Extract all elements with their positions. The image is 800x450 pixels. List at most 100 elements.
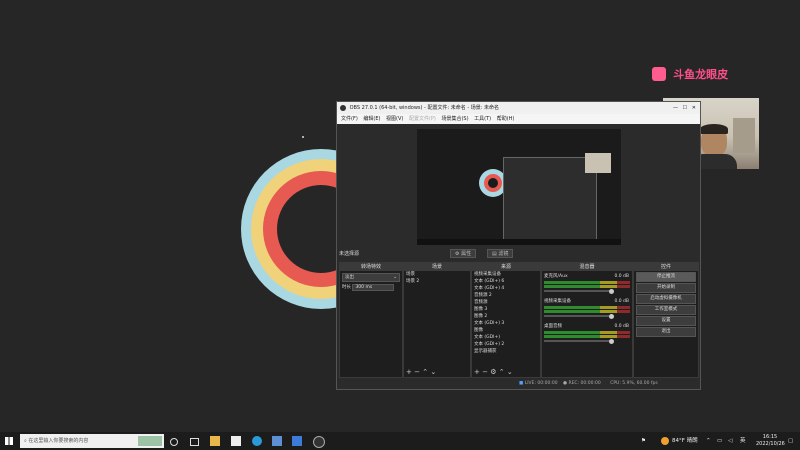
volume-meter (544, 310, 630, 313)
obs-icon (340, 104, 346, 111)
volume-slider[interactable] (544, 288, 614, 294)
channel-db: 0.0 dB (614, 299, 629, 304)
weather-icon (661, 437, 669, 445)
clock[interactable]: 16:15 2022/10/26 (756, 434, 785, 448)
nested-cam (585, 153, 611, 173)
source-item[interactable]: 图像 (472, 327, 540, 334)
chevron-up-icon[interactable]: ⌃ (706, 432, 711, 450)
source-item[interactable]: 文本 (GDI+) 4 (472, 285, 540, 292)
remove-icon[interactable]: − (482, 368, 488, 376)
source-item[interactable]: 文本 (GDI+) 6 (472, 278, 540, 285)
start-recording-button[interactable]: 开始录制 (636, 283, 696, 293)
obs-window[interactable]: OBS 27.0.1 (64-bit, windows) - 配置文件: 未命名… (336, 101, 701, 390)
store-icon[interactable] (231, 436, 241, 446)
menu-view[interactable]: 视图(V) (386, 116, 403, 122)
people-icon[interactable]: ⚑ (641, 432, 646, 450)
live-indicator-icon: ■ (519, 381, 524, 386)
status-bar: ■ LIVE: 00:00:00 ● REC: 00:00:00 CPU: 5.… (337, 378, 700, 389)
menu-help[interactable]: 帮助(H) (497, 116, 515, 122)
source-item[interactable]: 文本 (GDI+) (472, 334, 540, 341)
down-icon[interactable]: ⌄ (430, 368, 436, 376)
taskbar-search[interactable]: ⌕ 在这里输入你要搜索的内容 (20, 434, 164, 448)
source-item[interactable]: 音频源 2 (472, 292, 540, 299)
mixer-channel: 麦克风/Aux 0.0 dB (542, 273, 632, 294)
volume-slider[interactable] (544, 313, 614, 319)
transition-select[interactable]: 淡出 ⌄ (342, 273, 400, 282)
source-item[interactable]: 文本 (GDI+) 2 (472, 341, 540, 348)
cortana-icon[interactable] (170, 438, 178, 446)
menu-scene-collection[interactable]: 场景集合(S) (441, 116, 468, 122)
shelf (733, 118, 755, 153)
volume-meter (544, 281, 630, 284)
no-source-selected: 未选择源 (339, 251, 360, 257)
duration-input[interactable]: 300 ms (352, 284, 395, 291)
network-icon[interactable]: ▭ (717, 432, 722, 450)
up-icon[interactable]: ⌃ (422, 368, 428, 376)
task-view-icon[interactable] (190, 438, 199, 446)
source-item[interactable]: 图像 3 (472, 306, 540, 313)
slider-knob[interactable] (609, 338, 614, 344)
volume-meter (544, 335, 630, 338)
source-item[interactable]: 音频源 (472, 299, 540, 306)
properties-button[interactable]: ⚙ 属性 (450, 249, 477, 258)
down-icon[interactable]: ⌄ (507, 368, 513, 376)
douyu-logo: 斗鱼龙眼皮 (652, 63, 728, 82)
scene-item[interactable]: 场景 2 (404, 278, 470, 285)
person-hair (700, 124, 728, 134)
source-item[interactable]: 视频采集设备 (472, 271, 540, 278)
start-virtual-camera-button[interactable]: 启动虚拟摄像机 (636, 294, 696, 304)
menu-profile[interactable]: 配置文件(P) (409, 116, 436, 122)
up-icon[interactable]: ⌃ (499, 368, 505, 376)
volume-meter (544, 285, 630, 288)
gear-icon[interactable]: ⚙ (490, 368, 496, 376)
file-explorer-icon[interactable] (210, 436, 220, 446)
source-item[interactable]: 文本 (GDI+) 3 (472, 320, 540, 327)
windows-start-icon[interactable] (5, 437, 13, 445)
search-highlight-image (138, 436, 162, 446)
rec-indicator-icon: ● (563, 381, 568, 386)
minimize-icon[interactable]: — (673, 102, 678, 114)
volume-slider[interactable] (544, 338, 614, 344)
window-title: OBS 27.0.1 (64-bit, windows) - 配置文件: 未命名… (349, 105, 499, 111)
mail-icon[interactable] (272, 436, 282, 446)
app-icon[interactable] (292, 436, 302, 446)
add-icon[interactable]: + (474, 368, 480, 376)
source-toolbar: + − ⚙ ⌃ ⌄ (474, 368, 513, 376)
slider-knob[interactable] (609, 313, 614, 319)
edge-icon[interactable] (252, 436, 262, 446)
search-icon: ⌕ (24, 438, 27, 444)
menu-edit[interactable]: 编辑(E) (363, 116, 380, 122)
preview-canvas[interactable] (417, 129, 621, 245)
remove-icon[interactable]: − (414, 368, 420, 376)
add-icon[interactable]: + (406, 368, 412, 376)
mixer-channel: 视频采集设备 0.0 dB (542, 298, 632, 319)
exit-button[interactable]: 退出 (636, 327, 696, 337)
mixer-channel: 桌面音频 0.0 dB (542, 323, 632, 344)
clock-date: 2022/10/26 (756, 441, 785, 447)
rec-label: REC: (568, 381, 580, 386)
speaker-icon[interactable]: ◁ (728, 432, 732, 450)
weather-text[interactable]: 84°F 晴朗 (672, 432, 698, 450)
menu-file[interactable]: 文件(F) (341, 116, 358, 122)
studio-mode-button[interactable]: 工作室模式 (636, 305, 696, 315)
scene-item[interactable]: 场景 (404, 271, 470, 278)
stop-streaming-button[interactable]: 停止推流 (636, 272, 696, 282)
filters-button[interactable]: ▤ 滤镜 (487, 249, 514, 258)
dock-title: 控件 (634, 263, 698, 271)
input-language[interactable]: 英 (740, 432, 746, 450)
source-item[interactable]: 显示器捕获 (472, 348, 540, 355)
maximize-icon[interactable]: ☐ (683, 102, 687, 114)
settings-button[interactable]: 设置 (636, 316, 696, 326)
channel-name: 桌面音频 (544, 324, 562, 329)
search-placeholder: 在这里输入你要搜索的内容 (28, 438, 89, 444)
channel-name: 麦克风/Aux (544, 274, 568, 279)
close-icon[interactable]: ✕ (692, 102, 696, 114)
slider-knob[interactable] (609, 288, 614, 294)
notification-icon[interactable]: ▢ (788, 432, 793, 450)
obs-taskbar-icon[interactable] (313, 436, 325, 448)
nested-obs-window (503, 157, 597, 243)
source-item[interactable]: 图像 2 (472, 313, 540, 320)
volume-meter (544, 306, 630, 309)
rec-time: 00:00:00 (580, 381, 601, 386)
menu-tools[interactable]: 工具(T) (474, 116, 491, 122)
